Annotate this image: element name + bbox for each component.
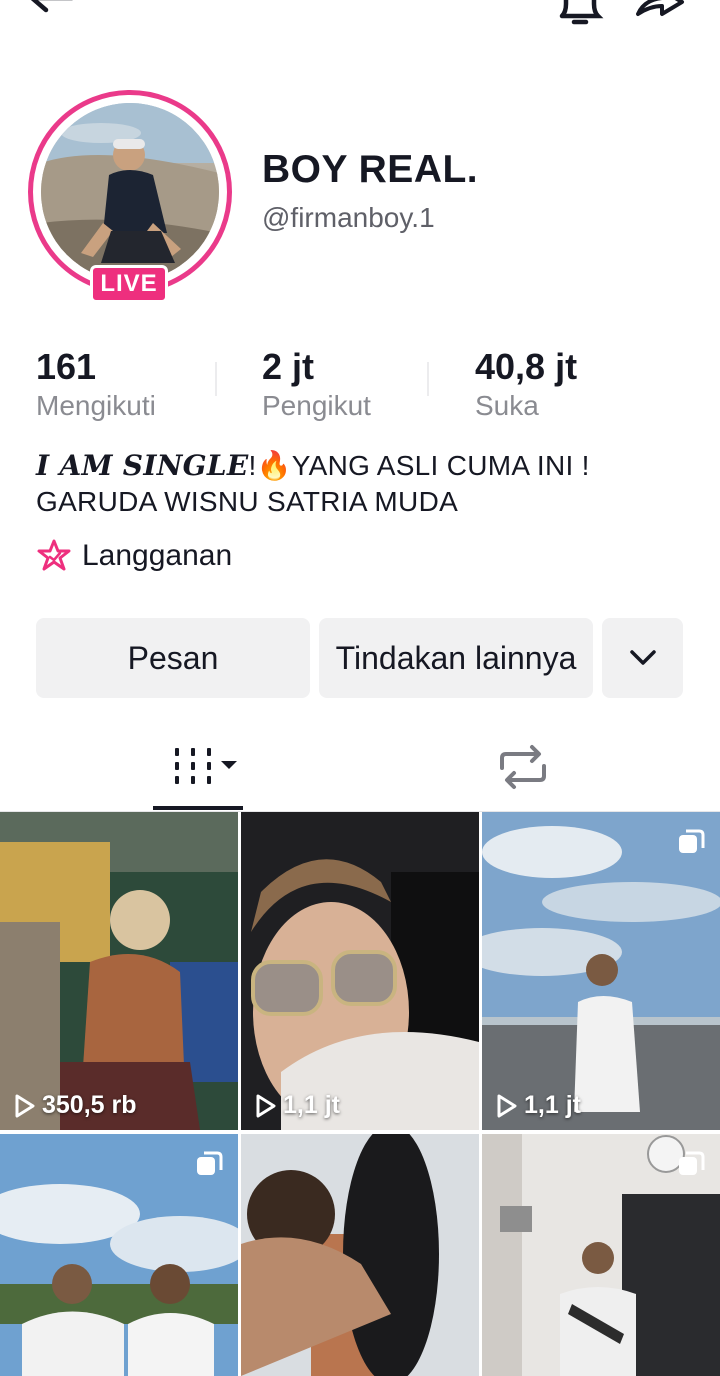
bio: I AM SINGLE!🔥YANG ASLI CUMA INI ! GARUDA… [36,448,590,520]
content-tabs [0,730,720,812]
video-thumbnail[interactable]: 1,1 jt [241,812,479,1130]
likes-count: 40,8 jt [475,346,578,387]
subscription-link[interactable]: Langganan [36,538,232,574]
following-count: 161 [36,346,97,387]
view-count: 350,5 rb [14,1091,137,1120]
username: @firmanboy.1 [262,202,435,233]
likes-label: Suka [475,390,539,421]
back-button[interactable] [24,0,80,30]
share-button[interactable] [632,0,688,30]
video-thumbnail[interactable]: 350,5 rb [0,812,238,1130]
bio-line2: GARUDA WISNU SATRIA MUDA [36,486,459,517]
likes-stat[interactable]: 40,8 jt Suka [475,346,577,424]
star-badge-icon [37,539,71,571]
following-stat[interactable]: 161 Mengikuti [36,346,156,424]
more-actions-label: Tindakan lainnya [335,639,577,676]
view-count: 1,1 jt [255,1091,340,1120]
message-button[interactable]: Pesan [36,618,310,698]
multi-image-icon [197,1151,223,1175]
tab-videos[interactable] [160,744,250,794]
followers-stat[interactable]: 2 jt Pengikut [262,346,371,424]
subscription-label: Langganan [82,539,233,572]
share-arrow-icon [636,0,684,16]
view-count: 1,1 jt [496,1091,581,1120]
followers-count: 2 jt [262,346,315,387]
avatar-image [41,103,219,281]
grid-icon [175,748,237,784]
notification-button[interactable] [552,0,608,30]
avatar[interactable] [28,90,232,294]
repost-icon [500,745,546,789]
play-icon [497,1094,517,1117]
video-thumbnail[interactable] [241,1134,479,1376]
multi-image-icon [679,1151,705,1175]
followers-label: Pengikut [262,390,371,421]
tab-reposts[interactable] [496,744,550,794]
video-thumbnail[interactable] [0,1134,238,1376]
play-icon [15,1094,35,1117]
bell-icon [559,0,604,25]
live-badge[interactable]: LIVE [90,265,168,303]
back-arrow-icon [30,0,74,13]
bio-fancy-text: I AM SINGLE [36,449,249,482]
video-grid: 350,5 rb 1,1 jt 1,1 jt [0,812,720,1376]
message-button-label: Pesan [127,639,219,676]
bio-line1: !🔥YANG ASLI CUMA INI ! [248,450,590,481]
display-name: BOY REAL. [262,148,479,191]
play-icon [256,1094,276,1117]
chevron-down-icon [629,650,656,665]
multi-image-icon [679,829,705,853]
video-thumbnail[interactable]: 1,1 jt [482,812,720,1130]
stat-divider [427,362,429,396]
stat-divider [215,362,217,396]
following-label: Mengikuti [36,390,156,421]
more-actions-button[interactable]: Tindakan lainnya [319,618,593,698]
active-tab-indicator [153,806,243,810]
suggested-dropdown-button[interactable] [602,618,683,698]
video-thumbnail[interactable] [482,1134,720,1376]
